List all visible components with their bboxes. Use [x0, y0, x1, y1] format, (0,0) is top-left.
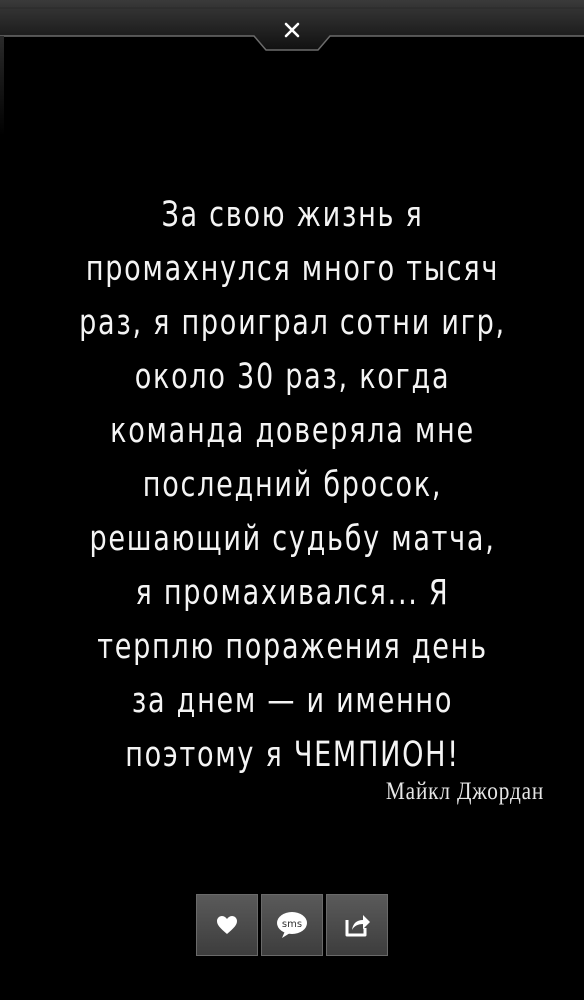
frame-left-edge	[0, 36, 4, 136]
share-button[interactable]	[326, 894, 388, 956]
share-icon	[345, 915, 370, 937]
close-icon	[284, 22, 300, 38]
quote-author: Майкл Джордан	[385, 778, 544, 805]
sms-label: sms	[282, 919, 302, 930]
sms-bubble-icon: sms	[277, 912, 307, 938]
sms-button[interactable]: sms	[261, 894, 323, 956]
action-bar: sms	[196, 894, 388, 956]
close-button[interactable]	[268, 14, 316, 46]
heart-icon	[217, 916, 237, 934]
quote-text: За свою жизнь я промахнулся много тысяч …	[79, 195, 506, 775]
quote-container: За свою жизнь я промахнулся много тысяч …	[36, 188, 548, 782]
like-button[interactable]	[196, 894, 258, 956]
